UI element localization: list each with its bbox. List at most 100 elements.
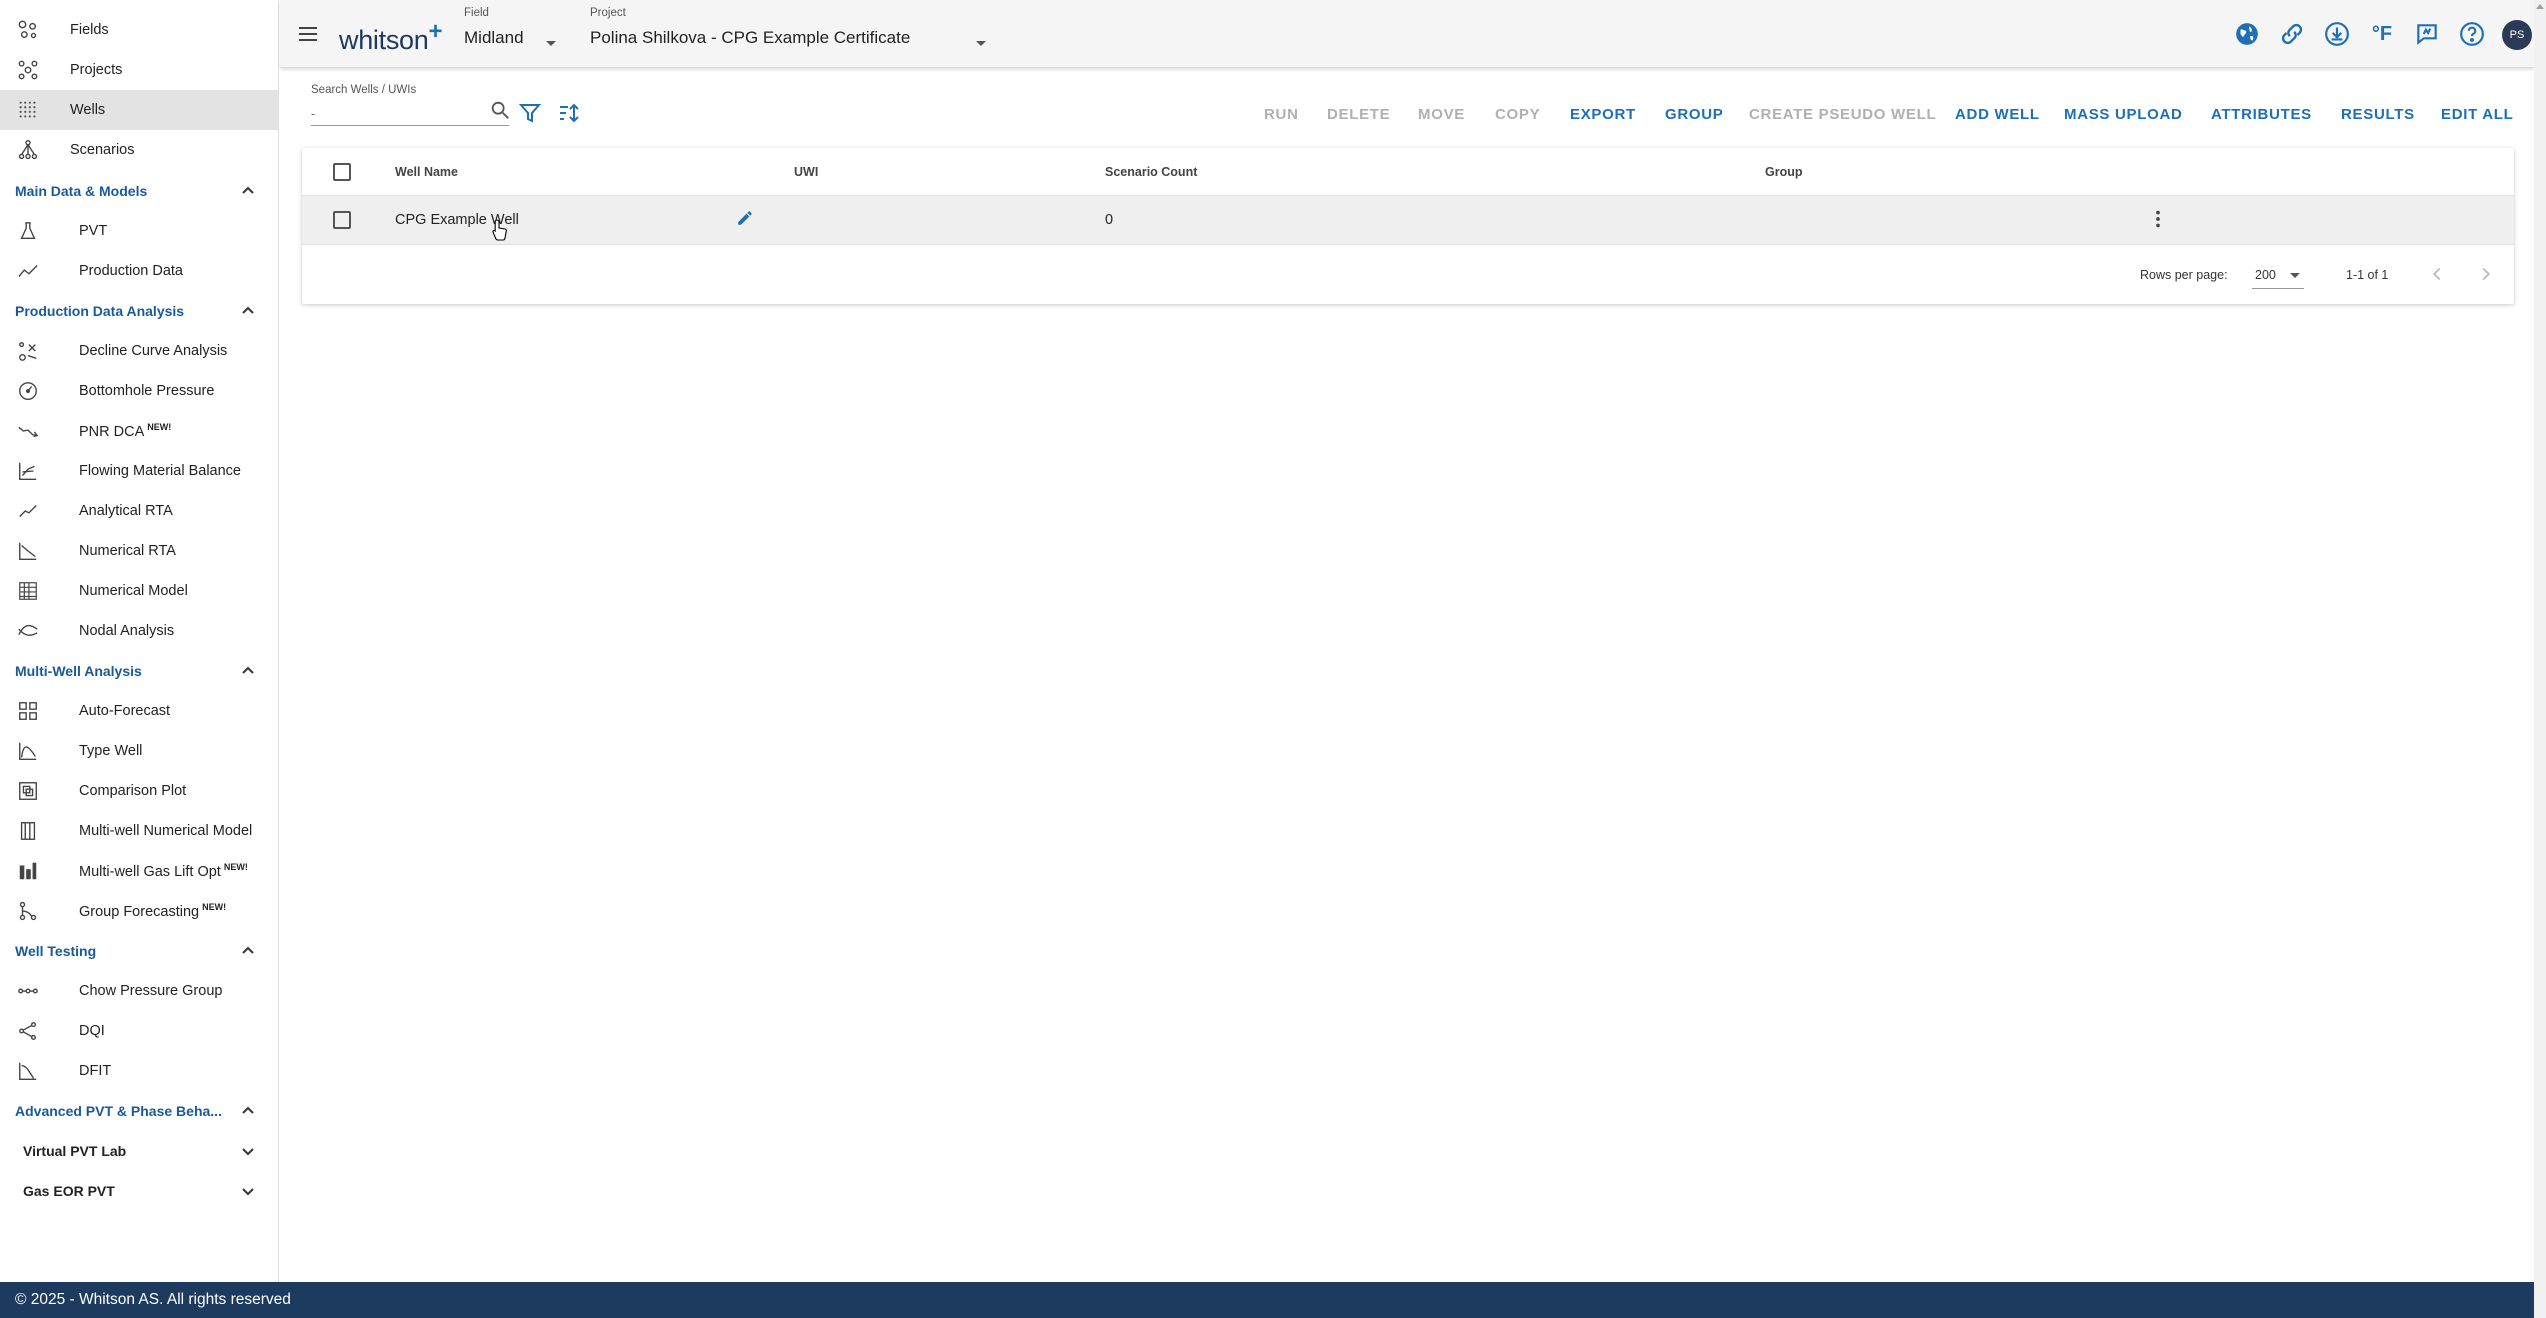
download-icon[interactable]	[2323, 20, 2351, 48]
project-select[interactable]: Project Polina Shilkova - CPG Example Ce…	[590, 7, 1010, 48]
grid-model-icon	[17, 580, 39, 602]
filter-icon[interactable]	[518, 101, 542, 125]
search-input[interactable]	[311, 102, 509, 126]
prev-page-icon[interactable]	[2426, 263, 2448, 285]
sidebar-item-comparison-plot[interactable]: Comparison Plot	[0, 771, 278, 811]
sidebar-item-multi-well-gas-lift-opt[interactable]: Multi-well Gas Lift Opt NEW!	[0, 851, 278, 891]
sidebar-item-dqi[interactable]: DQI	[0, 1011, 278, 1051]
rows-per-page-select[interactable]: 200	[2255, 268, 2276, 282]
section-main-data-models[interactable]: Main Data & Models	[0, 173, 278, 209]
sidebar-item-label: Numerical Model	[79, 583, 188, 599]
sidebar-item-label: Decline Curve Analysis	[79, 343, 228, 359]
scroll-up-icon[interactable]	[2536, 4, 2544, 9]
sidebar-item-label: PVT	[79, 223, 108, 239]
mouse-cursor-icon	[492, 219, 507, 241]
sidebar-item-numerical-model[interactable]: Numerical Model	[0, 571, 278, 611]
group-button[interactable]: GROUP	[1665, 106, 1724, 123]
sidebar-item-label: PNR DCA NEW!	[79, 422, 172, 440]
edit-all-button[interactable]: EDIT ALL	[2441, 106, 2514, 123]
row-checkbox[interactable]	[333, 211, 351, 229]
vertical-scrollbar[interactable]	[2534, 0, 2546, 1318]
gas-lift-icon	[17, 860, 39, 882]
run-button[interactable]: RUN	[1264, 106, 1299, 123]
column-header-group[interactable]: Group	[1765, 165, 1803, 179]
section-advanced-pvt[interactable]: Advanced PVT & Phase Beha...	[0, 1093, 278, 1129]
sidebar-item-analytical-rta[interactable]: Analytical RTA	[0, 491, 278, 531]
chevron-up-icon	[242, 1106, 254, 1114]
sidebar-item-label: Type Well	[79, 743, 143, 759]
dqi-icon	[17, 1020, 39, 1042]
auto-forecast-icon	[17, 700, 39, 722]
sidebar-item-label: Multi-well Gas Lift Opt NEW!	[79, 862, 248, 880]
dropdown-arrow-icon	[546, 41, 556, 46]
delete-button[interactable]: DELETE	[1327, 106, 1390, 123]
create-pseudo-well-button[interactable]: CREATE PSEUDO WELL	[1749, 106, 1936, 123]
sidebar-item-fields[interactable]: Fields	[0, 10, 278, 50]
column-header-uwi[interactable]: UWI	[794, 165, 818, 179]
select-all-checkbox[interactable]	[333, 163, 351, 181]
sidebar-item-label: Fields	[70, 22, 109, 38]
sidebar-item-pnr-dca[interactable]: PNR DCA NEW!	[0, 411, 278, 451]
copy-button[interactable]: COPY	[1495, 106, 1540, 123]
add-well-button[interactable]: ADD WELL	[1955, 106, 2040, 123]
section-label: Production Data Analysis	[15, 303, 185, 319]
export-button[interactable]: EXPORT	[1570, 106, 1636, 123]
next-page-icon[interactable]	[2475, 263, 2497, 285]
sidebar-item-group-forecasting[interactable]: Group Forecasting NEW!	[0, 891, 278, 931]
sidebar-item-label: Numerical RTA	[79, 543, 176, 559]
sort-icon[interactable]	[557, 101, 581, 125]
sidebar-item-label: Chow Pressure Group	[79, 983, 223, 999]
section-multi-well-analysis[interactable]: Multi-Well Analysis	[0, 653, 278, 689]
sidebar-item-label: Scenarios	[70, 142, 135, 158]
link-icon[interactable]	[2278, 20, 2306, 48]
sidebar-item-auto-forecast[interactable]: Auto-Forecast	[0, 691, 278, 731]
table-row[interactable]: CPG Example Well 0	[302, 196, 2514, 245]
section-well-testing[interactable]: Well Testing	[0, 933, 278, 969]
more-options-icon[interactable]	[2147, 208, 2169, 230]
project-caption: Project	[590, 7, 626, 19]
sidebar-item-dfit[interactable]: DFIT	[0, 1051, 278, 1091]
sidebar-item-projects[interactable]: Projects	[0, 50, 278, 90]
rows-per-page-label: Rows per page:	[2140, 268, 2228, 282]
menu-icon[interactable]	[296, 22, 320, 46]
results-button[interactable]: RESULTS	[2341, 106, 2415, 123]
sidebar-item-nodal-analysis[interactable]: Nodal Analysis	[0, 611, 278, 651]
sidebar-item-numerical-rta[interactable]: Numerical RTA	[0, 531, 278, 571]
field-value: Midland	[464, 28, 524, 47]
sidebar-item-label: DQI	[79, 1023, 105, 1039]
chevron-up-icon	[242, 186, 254, 194]
user-avatar[interactable]: PS	[2502, 20, 2532, 50]
feedback-icon[interactable]	[2413, 20, 2441, 48]
chevron-up-icon	[242, 946, 254, 954]
search-icon[interactable]	[489, 99, 511, 121]
sidebar-group-virtual-pvt-lab[interactable]: Virtual PVT Lab	[0, 1131, 278, 1171]
help-icon[interactable]	[2458, 20, 2486, 48]
section-production-data-analysis[interactable]: Production Data Analysis	[0, 293, 278, 329]
dropdown-arrow-icon[interactable]	[2290, 273, 2300, 278]
attributes-button[interactable]: ATTRIBUTES	[2211, 106, 2312, 123]
sidebar-item-scenarios[interactable]: Scenarios	[0, 130, 278, 170]
column-header-well-name[interactable]: Well Name	[395, 165, 458, 179]
sidebar-group-gas-eor-pvt[interactable]: Gas EOR PVT	[0, 1171, 278, 1211]
field-select[interactable]: Field Midland	[464, 7, 584, 48]
sidebar-item-pvt[interactable]: PVT	[0, 211, 278, 251]
app-logo[interactable]: whitson+	[339, 18, 442, 56]
sidebar-item-decline-curve-analysis[interactable]: Decline Curve Analysis	[0, 331, 278, 371]
move-button[interactable]: MOVE	[1418, 106, 1465, 123]
sidebar-item-flowing-material-balance[interactable]: Flowing Material Balance	[0, 451, 278, 491]
sidebar-item-bottomhole-pressure[interactable]: Bottomhole Pressure	[0, 371, 278, 411]
sidebar-item-multi-well-numerical-model[interactable]: Multi-well Numerical Model	[0, 811, 278, 851]
type-well-icon	[17, 740, 39, 762]
edit-pencil-icon[interactable]	[736, 209, 754, 227]
mass-upload-button[interactable]: MASS UPLOAD	[2064, 106, 2183, 123]
column-header-scenario-count[interactable]: Scenario Count	[1105, 165, 1197, 179]
units-toggle[interactable]: °F	[2368, 20, 2396, 48]
sidebar-item-chow-pressure-group[interactable]: Chow Pressure Group	[0, 971, 278, 1011]
sidebar-item-wells[interactable]: Wells	[0, 90, 278, 130]
section-label: Multi-Well Analysis	[15, 663, 142, 679]
sidebar-item-type-well[interactable]: Type Well	[0, 731, 278, 771]
search-caption: Search Wells / UWIs	[311, 84, 417, 96]
sidebar-item-production-data[interactable]: Production Data	[0, 251, 278, 291]
globe-icon[interactable]	[2233, 20, 2261, 48]
sidebar-item-label: Analytical RTA	[79, 503, 173, 519]
